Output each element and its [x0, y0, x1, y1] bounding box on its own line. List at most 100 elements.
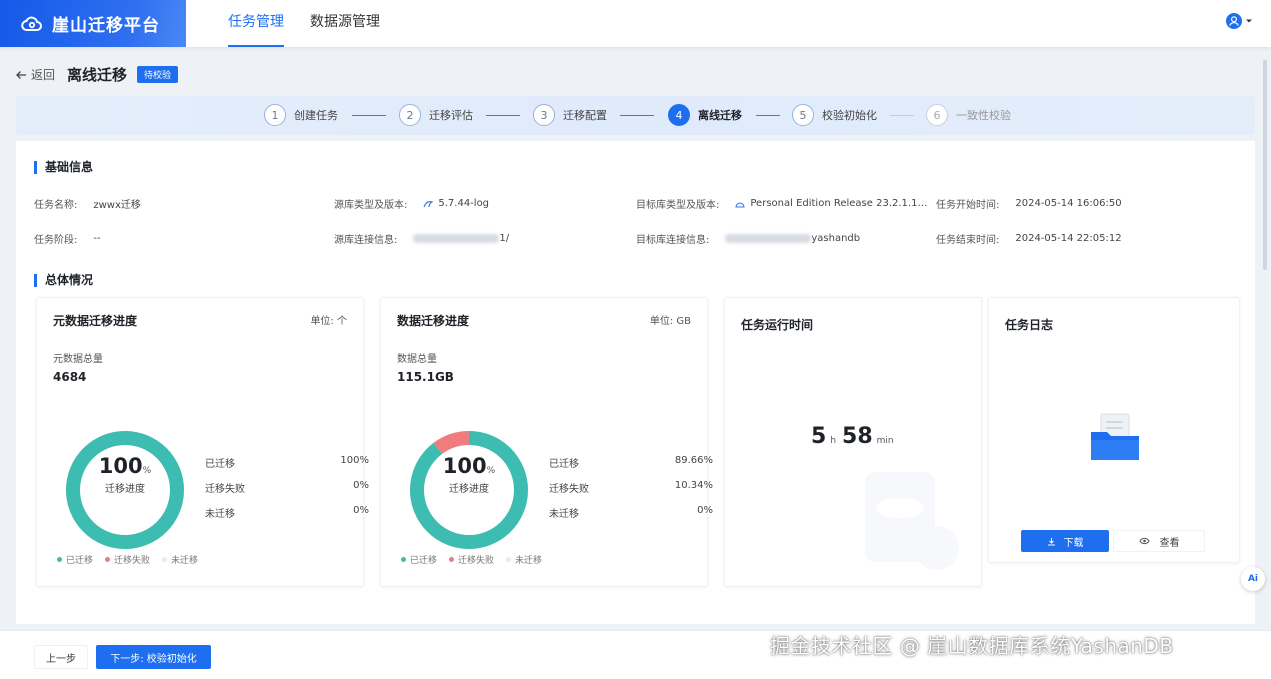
stat-value: 0%: [353, 480, 369, 491]
log-actions: 下载 查看: [1021, 530, 1205, 552]
card-unit: 单位: 个: [310, 316, 347, 327]
step-validation-init[interactable]: 5 校验初始化: [792, 104, 877, 126]
database-watermark-icon: [865, 472, 959, 570]
runtime-value: 5 h 58 min: [811, 424, 900, 449]
card-title: 任务运行时间: [741, 318, 814, 332]
minutes-unit: min: [876, 436, 894, 446]
detail-panel: 基础信息 任务名称: zwwx迁移 任务阶段: -- 源库类型及版本: 5.7.44…: [16, 141, 1255, 624]
donut-center: 100% 迁移进度: [79, 454, 171, 495]
total-label: 数据总量: [397, 354, 437, 365]
stat-value: 100%: [340, 455, 369, 466]
step-label: 迁移配置: [563, 109, 607, 122]
back-button[interactable]: 返回: [15, 66, 55, 83]
info-task-stage: 任务阶段: --: [34, 231, 101, 246]
legend-item[interactable]: 已迁移: [401, 553, 437, 566]
section-overview: 总体情况: [34, 274, 93, 287]
info-source-conn: 源库连接信息: 1/: [334, 231, 509, 246]
back-label: 返回: [31, 68, 56, 82]
progress-number: 100: [98, 454, 143, 478]
info-value: Personal Edition Release 23.2.1.1…: [750, 198, 928, 209]
app-title: 崖山迁移平台: [52, 16, 160, 36]
step-label: 一致性校验: [956, 109, 1011, 122]
tab-task-management[interactable]: 任务管理: [228, 0, 284, 47]
mysql-icon: [423, 200, 434, 207]
step-consistency-check[interactable]: 6 一致性校验: [926, 104, 1011, 126]
step-migration-assessment[interactable]: 2 迁移评估: [399, 104, 473, 126]
user-menu[interactable]: [1226, 13, 1253, 29]
yashandb-icon: [735, 201, 745, 208]
step-offline-migration[interactable]: 4 离线迁移: [668, 104, 742, 126]
legend-item[interactable]: 已迁移: [57, 553, 93, 566]
legend-label: 未迁移: [515, 556, 543, 566]
info-target-type: 目标库类型及版本: Personal Edition Release 23.2.…: [636, 196, 927, 211]
folder-document-icon: [1091, 413, 1139, 460]
chart-legend: 已迁移 迁移失败 未迁移: [57, 553, 198, 566]
download-icon: [1047, 537, 1055, 545]
legend-label: 已迁移: [410, 556, 438, 566]
legend-label: 已迁移: [66, 556, 94, 566]
ai-assistant-button[interactable]: Ai: [1241, 567, 1265, 591]
step-number: 4: [668, 104, 690, 126]
stat-value: 10.34%: [674, 480, 713, 491]
main-content: 返回 离线迁移 待校验 1 创建任务 2 迁移评估 3 迁移配置 4 离线迁移 5 校验初…: [15, 54, 1256, 624]
progress-number: 100: [442, 454, 487, 478]
legend-item[interactable]: 迁移失败: [105, 553, 150, 566]
stat-label: 迁移失败: [205, 484, 245, 495]
tab-datasource-management[interactable]: 数据源管理: [310, 0, 380, 47]
step-connector: [756, 115, 780, 116]
chevron-down-icon: [1246, 19, 1252, 23]
stat-label: 未迁移: [205, 509, 235, 520]
total-value: 4684: [53, 370, 87, 384]
download-label: 下载: [1063, 537, 1084, 549]
page-title: 离线迁移: [67, 66, 128, 84]
download-button[interactable]: 下载: [1021, 530, 1109, 552]
brand[interactable]: 崖山迁移平台: [0, 0, 186, 47]
prev-step-button[interactable]: 上一步: [34, 645, 88, 669]
step-label: 校验初始化: [822, 109, 877, 122]
info-key: 源库类型及版本:: [334, 200, 408, 211]
info-value: 2024-05-14 22:05:12: [1015, 233, 1122, 244]
scrollbar[interactable]: [1263, 60, 1267, 270]
step-create-task[interactable]: 1 创建任务: [264, 104, 338, 126]
arrow-left-icon: [16, 70, 26, 79]
stat-value: 0%: [353, 505, 369, 516]
view-button[interactable]: 查看: [1113, 530, 1205, 552]
stat-row-migrated: 已迁移 89.66%: [549, 455, 713, 470]
stat-row-migrated: 已迁移 100%: [205, 455, 369, 470]
info-value: 2024-05-14 16:06:50: [1015, 198, 1122, 209]
legend-item[interactable]: 未迁移: [506, 553, 542, 566]
info-value: 1/: [499, 233, 510, 244]
info-end-time: 任务结束时间: 2024-05-14 22:05:12: [936, 231, 1122, 246]
info-key: 目标库类型及版本:: [636, 200, 720, 211]
runtime-minutes: 58: [842, 424, 873, 449]
chart-legend: 已迁移 迁移失败 未迁移: [401, 553, 542, 566]
stat-label: 已迁移: [205, 459, 235, 470]
info-start-time: 任务开始时间: 2024-05-14 16:06:50: [936, 196, 1122, 211]
stat-row-failed: 迁移失败 0%: [205, 480, 369, 495]
runtime-card: 任务运行时间 5 h 58 min: [724, 297, 982, 587]
status-badge: 待校验: [137, 66, 179, 83]
step-number: 2: [399, 104, 421, 126]
legend-label: 迁移失败: [458, 556, 495, 566]
info-value: zwwx迁移: [93, 200, 141, 211]
donut-center: 100% 迁移进度: [423, 454, 515, 495]
step-connector: [486, 115, 520, 116]
step-connector: [620, 115, 654, 116]
hours-unit: h: [830, 436, 837, 446]
info-key: 目标库连接信息:: [636, 235, 710, 246]
section-basic-info: 基础信息: [34, 161, 93, 174]
step-number: 5: [792, 104, 814, 126]
info-value: --: [93, 233, 101, 244]
stat-label: 未迁移: [549, 509, 579, 520]
info-key: 任务名称:: [34, 200, 78, 211]
stepper: 1 创建任务 2 迁移评估 3 迁移配置 4 离线迁移 5 校验初始化 6 一致性校验: [16, 96, 1255, 135]
progress-percent-sign: %: [486, 466, 496, 476]
progress-subtitle: 迁移进度: [449, 484, 489, 495]
data-progress-card: 数据迁移进度 单位: GB 数据总量 115.1GB 100% 迁移进度 已迁移…: [380, 297, 713, 587]
next-step-button[interactable]: 下一步: 校验初始化: [96, 645, 211, 669]
step-migration-config[interactable]: 3 迁移配置: [533, 104, 607, 126]
legend-item[interactable]: 未迁移: [162, 553, 198, 566]
redacted-text: [725, 234, 812, 243]
legend-item[interactable]: 迁移失败: [449, 553, 494, 566]
card-title: 数据迁移进度: [397, 314, 470, 328]
